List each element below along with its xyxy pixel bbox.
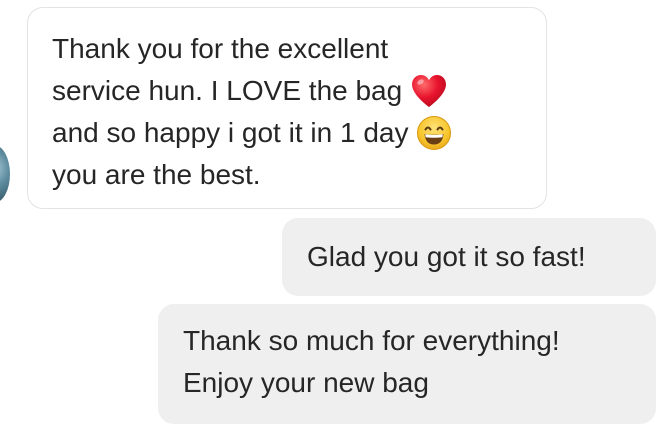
message-line: Enjoy your new bag — [183, 367, 429, 398]
message-line-text: service hun. I LOVE the bag — [52, 75, 403, 106]
message-line: Thank you for the excellent — [52, 33, 389, 64]
incoming-message-bubble[interactable]: Thank you for the excellent service hun.… — [27, 7, 547, 209]
message-line-text: and so happy i got it in 1 day — [52, 117, 409, 148]
message-line-with-heart: service hun. I LOVE the bag — [52, 70, 522, 112]
sender-avatar[interactable] — [0, 145, 10, 203]
outgoing-message-bubble[interactable]: Glad you got it so fast! — [282, 218, 656, 296]
outgoing-message-bubble[interactable]: Thank so much for everything! Enjoy your… — [158, 304, 656, 424]
grinning-face-icon — [416, 115, 452, 151]
message-line: Thank so much for everything! — [183, 325, 560, 356]
message-line-with-grin: and so happy i got it in 1 day — [52, 112, 522, 154]
red-heart-icon — [410, 73, 448, 109]
message-line: you are the best. — [52, 159, 261, 190]
message-text: Glad you got it so fast! — [307, 241, 586, 272]
